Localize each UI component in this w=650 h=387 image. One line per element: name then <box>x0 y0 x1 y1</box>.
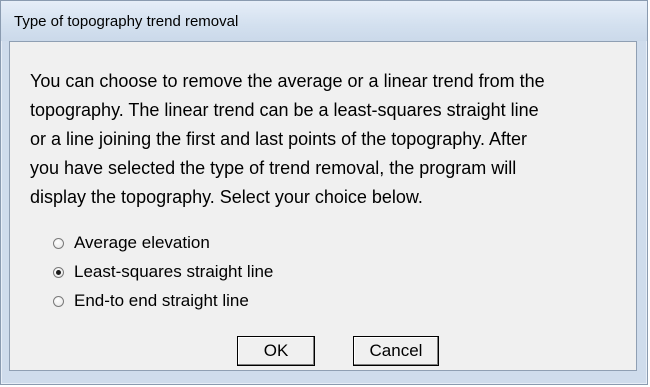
ok-button[interactable]: OK <box>237 336 315 366</box>
cancel-button-label: Cancel <box>369 341 423 360</box>
instruction-line: You can choose to remove the average or … <box>30 71 545 91</box>
instruction-line: or a line joining the first and last poi… <box>30 129 527 149</box>
ok-button-label: OK <box>263 341 289 360</box>
dialog-window: Type of topography trend removal You can… <box>0 0 648 385</box>
radio-button-icon[interactable] <box>53 237 64 249</box>
option-least-squares-line[interactable]: Least-squares straight line <box>53 261 273 283</box>
cancel-button[interactable]: Cancel <box>353 336 439 366</box>
option-average-elevation[interactable]: Average elevation <box>53 232 210 254</box>
option-label: End-to end straight line <box>74 291 249 310</box>
instruction-line: display the topography. Select your choi… <box>30 187 423 207</box>
radio-button-icon[interactable] <box>53 266 64 278</box>
instruction-line: topography. The linear trend can be a le… <box>30 100 539 120</box>
radio-button-icon[interactable] <box>53 295 64 307</box>
instruction-text: You can choose to remove the average or … <box>30 67 640 212</box>
dialog-body: You can choose to remove the average or … <box>9 41 637 371</box>
dialog-title: Type of topography trend removal <box>14 13 239 30</box>
instruction-line: you have selected the type of trend remo… <box>30 158 517 178</box>
option-label: Average elevation <box>74 233 210 252</box>
option-label: Least-squares straight line <box>74 262 274 281</box>
option-end-to-end-line[interactable]: End-to end straight line <box>53 290 249 312</box>
radio-selected-dot <box>56 269 61 275</box>
title-bar[interactable]: Type of topography trend removal <box>1 1 647 41</box>
